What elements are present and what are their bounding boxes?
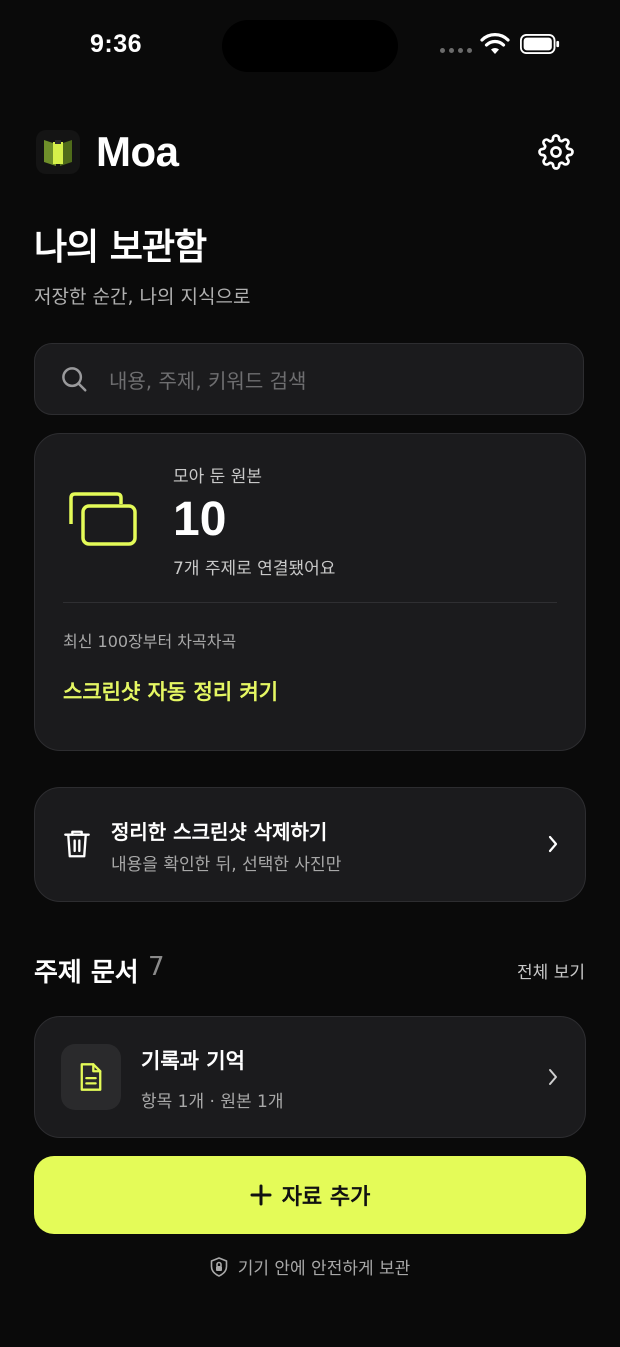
add-material-button[interactable]: 자료 추가 [34,1156,586,1234]
privacy-text: 기기 안에 안전하게 보관 [237,1259,411,1279]
plus-icon [250,1184,272,1206]
divider [63,602,557,603]
add-material-label: 자료 추가 [281,1185,371,1210]
shield-lock-icon [210,1256,227,1277]
status-time: 9:36 [90,30,143,58]
enable-auto-organize-link[interactable]: 스크린샷 자동 정리 켜기 [63,676,278,706]
book-logo-icon [44,140,72,166]
topic-item[interactable]: 기록과 기억 항목 1개 · 원본 1개 [34,1016,586,1138]
dynamic-island [222,20,398,72]
search-icon [62,367,87,392]
originals-count: 10 [173,493,227,546]
archive-stats-card: 모아 둔 원본 10 7개 주제로 연결됐어요 최신 100장부터 차곡차곡 스… [34,433,586,751]
privacy-footer: 기기 안에 안전하게 보관 [0,1254,620,1279]
topic-meta: 항목 1개 · 원본 1개 [141,1092,284,1112]
topics-section-title: 주제 문서 [34,958,139,988]
topics-connected-text: 7개 주제로 연결됐어요 [173,559,336,579]
view-all-link[interactable]: 전체 보기 [517,958,585,983]
document-icon [80,1063,102,1091]
stacked-cards-icon [69,492,137,546]
delete-screenshots-subtitle: 내용을 확인한 뒤, 선택한 사진만 [111,855,342,875]
topics-count: 7 [148,952,165,982]
delete-screenshots-title: 정리한 스크린샷 삭제하기 [111,820,328,844]
topic-title: 기록과 기억 [141,1049,245,1073]
page-subtitle: 저장한 순간, 나의 지식으로 [34,286,251,308]
page-title: 나의 보관함 [34,227,207,268]
gear-icon[interactable] [538,134,574,170]
search-bar[interactable] [34,343,584,415]
battery-icon [520,34,560,54]
cellular-signal-icon [440,48,472,53]
search-input[interactable] [107,362,551,400]
chevron-right-icon [549,1069,557,1085]
document-tile [61,1044,121,1110]
app-title: Moa [96,128,179,175]
app-logo [36,130,80,174]
chevron-right-icon [548,835,558,853]
delete-screenshots-row[interactable]: 정리한 스크린샷 삭제하기 내용을 확인한 뒤, 선택한 사진만 [34,787,586,902]
hint-text: 최신 100장부터 차곡차곡 [63,632,237,651]
trash-icon [64,830,90,858]
wifi-icon [480,33,510,54]
originals-label: 모아 둔 원본 [173,467,263,487]
